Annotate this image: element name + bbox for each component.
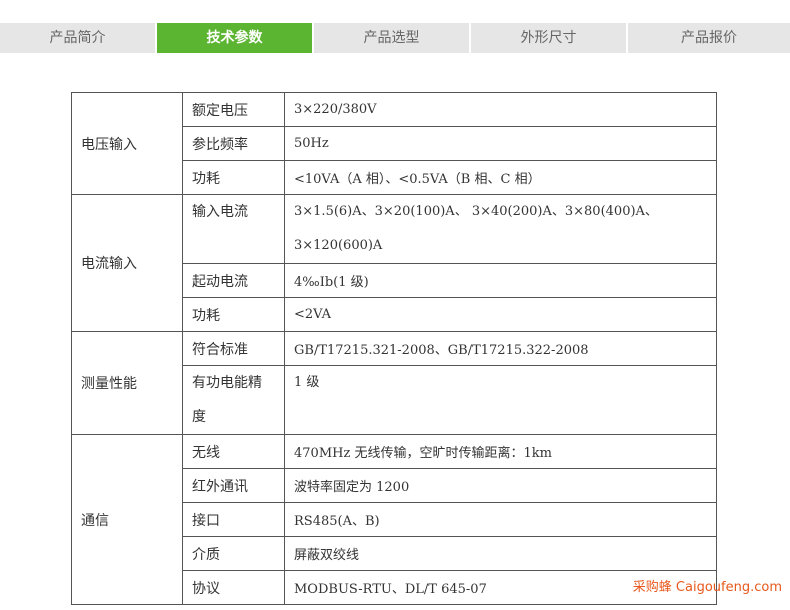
group-communication: 通信: [71, 434, 183, 605]
tab-product-intro[interactable]: 产品简介: [0, 23, 155, 53]
watermark-text: 采购蜂 Caigoufeng.com: [632, 580, 782, 595]
param-value: <2VA: [284, 297, 717, 332]
table-row: 测量性能 符合标准 GB/T17215.321-2008、GB/T17215.3…: [71, 331, 717, 435]
tab-bar: 产品简介 技术参数 产品选型 外形尺寸 产品报价: [0, 23, 790, 53]
param-label: 协议: [182, 570, 285, 605]
param-value: 470MHz 无线传输，空旷时传输距离：1km: [284, 434, 717, 469]
param-value: 3×220/380V: [284, 92, 717, 127]
group-measurement: 测量性能: [71, 331, 183, 435]
group-current-input: 电流输入: [71, 194, 183, 332]
param-label: 参比频率: [182, 126, 285, 161]
param-label: 接口: [182, 502, 285, 537]
table-row: 电流输入 输入电流 3×1.5(6)A、3×20(100)A、 3×40(200…: [71, 194, 717, 332]
param-label: 功耗: [182, 297, 285, 332]
param-label: 起动电流: [182, 263, 285, 298]
param-value: 波特率固定为 1200: [284, 468, 717, 503]
param-label: 红外通讯: [182, 468, 285, 503]
param-label: 符合标准: [182, 331, 285, 366]
param-label: 无线: [182, 434, 285, 469]
param-value: GB/T17215.321-2008、GB/T17215.322-2008: [284, 331, 717, 366]
param-label: 功耗: [182, 160, 285, 195]
param-value: <10VA（A 相）、<0.5VA（B 相、C 相）: [284, 160, 717, 195]
param-value: 屏蔽双绞线: [284, 536, 717, 571]
param-label: 输入电流: [182, 194, 285, 264]
param-label: 有功电能精度: [182, 365, 285, 435]
tab-tech-params[interactable]: 技术参数: [157, 23, 312, 53]
table-row: 电压输入 额定电压 3×220/380V: [71, 92, 717, 195]
param-label: 介质: [182, 536, 285, 571]
param-value: 50Hz: [284, 126, 717, 161]
spec-table: 电压输入 额定电压 3×220/380V 参比频率 50Hz 功耗 <10VA（…: [71, 92, 717, 605]
param-label: 额定电压: [182, 92, 285, 127]
tab-product-selection[interactable]: 产品选型: [314, 23, 469, 53]
group-voltage-input: 电压输入: [71, 92, 183, 195]
param-value: 3×1.5(6)A、3×20(100)A、 3×40(200)A、3×80(40…: [284, 194, 717, 264]
table-row: 通信 无线 470MHz 无线传输，空旷时传输距离：1km: [71, 434, 717, 605]
param-value: 4‰Ib(1 级): [284, 263, 717, 298]
param-value: 1 级: [284, 365, 717, 435]
param-value: RS485(A、B): [284, 502, 717, 537]
tab-price[interactable]: 产品报价: [628, 23, 790, 53]
tab-dimensions[interactable]: 外形尺寸: [471, 23, 626, 53]
